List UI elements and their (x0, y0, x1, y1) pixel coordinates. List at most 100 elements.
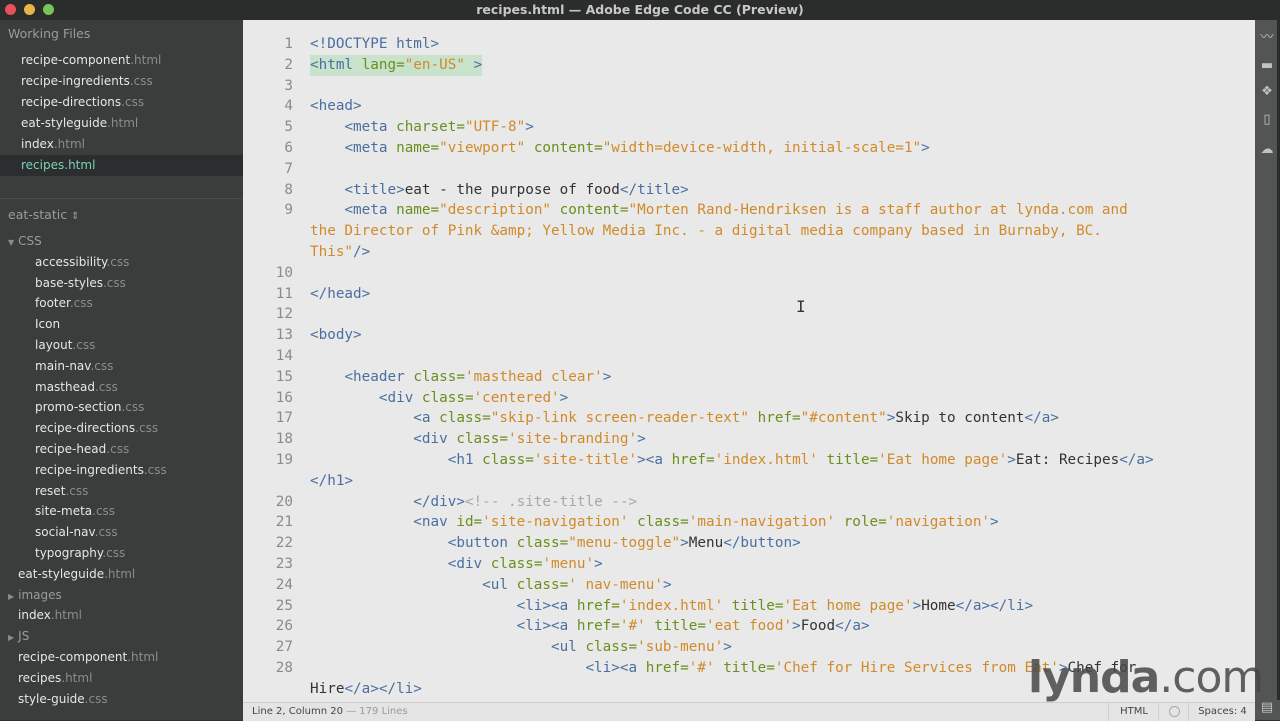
code-token: <header (344, 368, 414, 385)
live-preview-icon[interactable]: 〰 (1259, 30, 1275, 46)
line-text: <ul class=' nav-menu'> (310, 575, 671, 596)
tree-file[interactable]: recipe-ingredients.css (35, 460, 167, 481)
line-text: <header class='masthead clear'> (310, 367, 611, 388)
line-text: <div class='centered'> (310, 388, 568, 409)
cursor-position-text: Line 2, Column 20 (252, 706, 343, 717)
code-token: 'Eat home page' (783, 597, 913, 614)
file-name: recipe-ingredients (21, 74, 130, 88)
tree-file[interactable]: recipe-component.html (18, 647, 158, 668)
tree-file[interactable]: base-styles.css (35, 273, 126, 294)
gift-icon[interactable]: ❖ (1259, 84, 1275, 100)
code-token: 'site-title' (533, 452, 638, 468)
tree-file[interactable]: social-nav.css (35, 522, 118, 543)
code-token: 'site-navigation' (482, 514, 629, 531)
code-token: </div> (413, 493, 465, 510)
code-token: class= (516, 535, 569, 552)
device-preview-icon[interactable]: ▯ (1259, 112, 1275, 128)
file-name: eat-styleguide (18, 566, 105, 581)
folder-name: JS (18, 629, 30, 644)
tree-file[interactable]: promo-section.css (35, 397, 144, 418)
code-token: href= (576, 597, 620, 614)
tree-file[interactable]: reset.css (35, 481, 88, 502)
tree-folder[interactable]: ▶ JS (8, 626, 29, 647)
code-line: 13 <body> (243, 325, 1255, 346)
tree-file[interactable]: recipe-head.css (35, 439, 129, 460)
line-number: 18 (275, 431, 293, 448)
code-token: <ul (551, 639, 586, 656)
file-ext: .html (61, 670, 93, 685)
line-text: Hire</a></li> (310, 679, 422, 700)
tree-file[interactable]: style-guide.css (18, 689, 108, 710)
file-name: main-nav (35, 358, 91, 373)
file-name: recipe-directions (35, 421, 136, 436)
extension-manager-icon[interactable]: ▬ (1259, 58, 1275, 74)
code-token: <html (310, 56, 362, 73)
code-token: title= (723, 597, 784, 614)
file-ext: .css (102, 275, 126, 290)
tree-file[interactable]: layout.css (35, 335, 95, 356)
code-line: 9 <meta name="description" content="Mort… (243, 200, 1255, 221)
project-name: eat-static (8, 207, 68, 222)
line-number: 21 (275, 514, 293, 531)
zoom-window-button[interactable] (43, 4, 54, 15)
code-token: <!-- .site-title --> (464, 493, 638, 510)
working-file-item[interactable]: index.html (0, 134, 243, 155)
line-text: <html lang="en-US" > (310, 54, 483, 76)
code-editor[interactable]: 1 <!DOCTYPE html> 2 <html lang="en-US" >3 4 <… (243, 20, 1255, 702)
indentation-selector[interactable]: Spaces: 4 (1188, 703, 1256, 721)
code-line: 19 <h1 class='site-title'><a href='index… (243, 450, 1255, 471)
code-line: </h1> (243, 471, 1255, 492)
working-file-item[interactable]: recipe-ingredients.css (0, 71, 243, 92)
line-number: 13 (275, 327, 293, 344)
line-number: 26 (275, 618, 293, 635)
line-number: 23 (275, 556, 293, 572)
line-text: <!DOCTYPE html> (310, 34, 439, 55)
file-ext: .html (127, 650, 159, 664)
tree-file[interactable]: main-nav.css (35, 356, 113, 377)
line-number: 7 (284, 160, 293, 177)
code-token: <li><a (516, 597, 577, 614)
title-bar: recipes.html — Adobe Edge Code CC (Previ… (0, 0, 1280, 20)
tree-file[interactable]: recipe-directions.css (35, 418, 158, 439)
tree-file[interactable]: footer.css (35, 293, 93, 314)
tree-file[interactable]: index.html (18, 605, 82, 626)
tree-file[interactable]: eat-styleguide.html (18, 564, 135, 585)
tree-folder[interactable]: ▼ CSS (8, 231, 42, 252)
minimize-window-button[interactable] (24, 4, 35, 15)
file-name: index (18, 608, 51, 623)
caret-right-icon: ▶ (8, 633, 15, 643)
code-token: class= (516, 576, 569, 593)
file-ext: .css (94, 525, 118, 540)
working-file-item[interactable]: eat-styleguide.html (0, 113, 243, 134)
working-file-item[interactable]: recipe-directions.css (0, 92, 243, 113)
tree-folder[interactable]: ▶ images (8, 585, 62, 606)
close-window-button[interactable] (5, 4, 16, 15)
working-file-item[interactable]: recipe-component.html (0, 50, 243, 71)
code-line: 7 (243, 159, 1255, 180)
line-text: <a class="skip-link screen-reader-text" … (310, 408, 1059, 429)
typekit-cloud-icon[interactable]: ☁ (1259, 142, 1275, 158)
file-name: recipe-directions (21, 95, 122, 109)
tree-file[interactable]: Icon (35, 314, 60, 335)
project-title[interactable]: eat-static ⇕ (8, 207, 79, 222)
line-number: 4 (284, 98, 293, 115)
tree-file[interactable]: masthead.css (35, 377, 118, 398)
code-token: </a> (835, 618, 870, 635)
linting-status[interactable] (1158, 703, 1189, 721)
tree-file[interactable]: accessibility.css (35, 252, 129, 273)
file-ext: .css (121, 400, 145, 415)
tree-file[interactable]: recipes.html (18, 668, 92, 689)
code-token: Hire (310, 680, 345, 697)
code-token: 'Chef for Hire Services from Eat' (774, 660, 1059, 676)
tree-file[interactable]: typography.css (35, 543, 125, 564)
tree-file[interactable]: site-meta.css (35, 501, 115, 522)
code-token: Home (921, 597, 956, 614)
language-selector[interactable]: HTML (1108, 703, 1159, 721)
line-number: 16 (275, 389, 293, 406)
working-file-item[interactable]: recipes.html (0, 155, 251, 176)
status-bar: Line 2, Column 20 — 179 Lines HTML Space… (243, 702, 1255, 721)
